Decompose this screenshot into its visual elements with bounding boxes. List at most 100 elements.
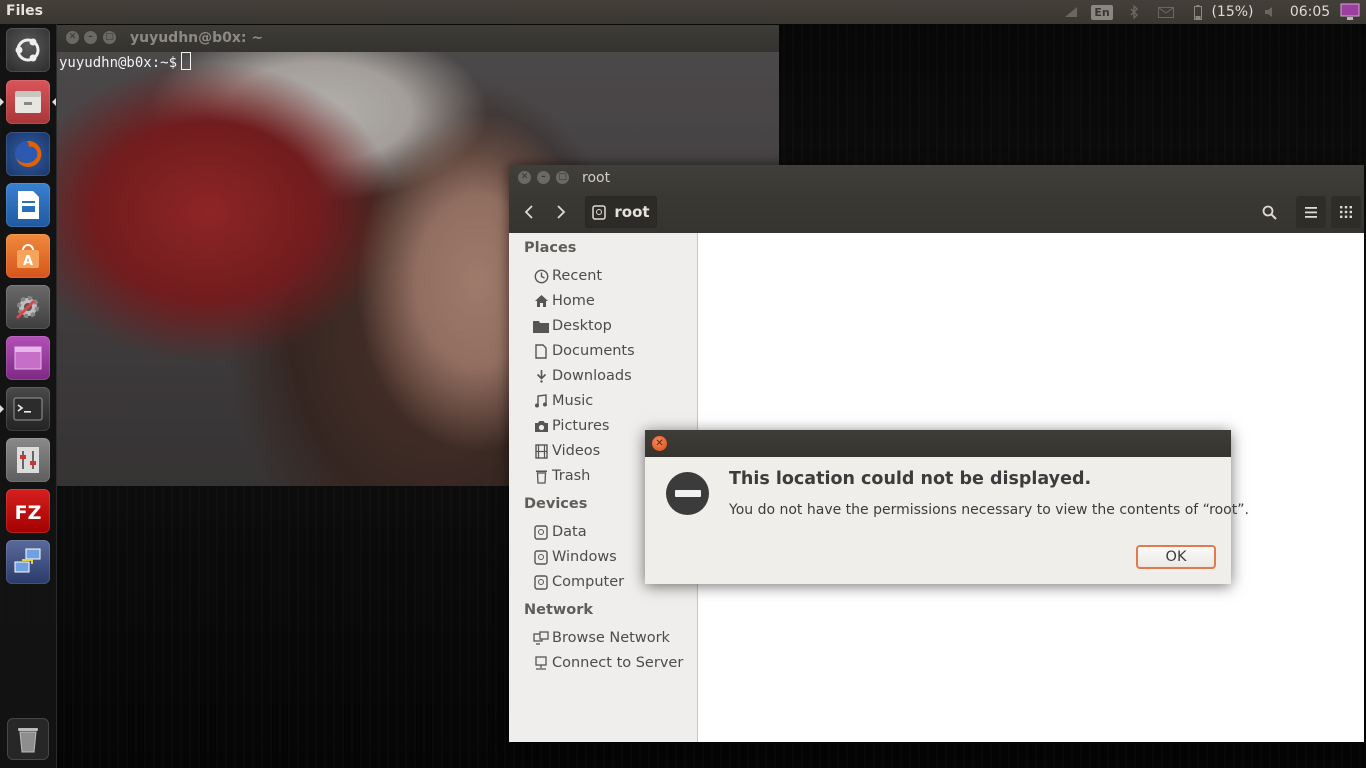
volume-icon[interactable] (1262, 0, 1280, 24)
filezilla-icon[interactable]: FZ (6, 489, 50, 533)
running-indicator (0, 405, 4, 413)
places-heading: Places (524, 240, 577, 256)
list-view-button[interactable] (1296, 196, 1326, 228)
forward-button[interactable] (545, 196, 577, 228)
files-app-icon[interactable] (6, 80, 50, 124)
terminal-cursor (181, 52, 192, 70)
sidebar-item-browse-network[interactable]: Browse Network (532, 627, 670, 649)
sidebar-item-desktop[interactable]: Desktop (532, 315, 612, 337)
grid-icon (1340, 206, 1352, 218)
sidebar-item-videos[interactable]: Videos (532, 440, 600, 462)
minimize-icon[interactable]: – (84, 31, 97, 44)
sidebar-item-computer[interactable]: Computer (532, 571, 624, 593)
network-heading: Network (524, 602, 594, 618)
film-icon (532, 442, 550, 460)
dialog-titlebar[interactable]: ✕ (645, 430, 1231, 457)
sidebar-item-label: Recent (552, 268, 603, 284)
keyboard-indicator[interactable]: En (1091, 0, 1113, 24)
home-icon (532, 292, 550, 310)
sidebar-item-label: Browse Network (552, 630, 670, 646)
battery-percentage: (15%) (1211, 4, 1254, 20)
battery-icon[interactable] (1190, 0, 1206, 24)
ok-button[interactable]: OK (1136, 545, 1216, 569)
sidebar-item-label: Connect to Server (552, 655, 684, 671)
trash-icon (532, 467, 550, 485)
files-titlebar[interactable]: ✕ – □ root (509, 165, 1364, 193)
sidebar-item-label: Data (552, 524, 587, 540)
mail-icon[interactable] (1155, 0, 1177, 24)
path-bar-label: root (614, 203, 650, 221)
sidebar-item-label: Desktop (552, 318, 612, 334)
ubuntu-dash-icon[interactable] (6, 28, 50, 72)
chevron-left-icon (524, 205, 533, 219)
libreoffice-writer-icon[interactable] (6, 183, 50, 227)
back-button[interactable] (513, 196, 545, 228)
software-center-icon[interactable]: A (6, 234, 50, 278)
sidebar-item-home[interactable]: Home (532, 290, 595, 312)
sidebar-item-pictures[interactable]: Pictures (532, 415, 609, 437)
dialog-message: You do not have the permissions necessar… (729, 502, 1249, 518)
workspace-switcher-icon[interactable] (6, 336, 50, 380)
focused-indicator (52, 98, 56, 106)
maximize-icon[interactable]: □ (556, 171, 569, 184)
sidebar-item-label: Documents (552, 343, 635, 359)
running-indicator (0, 98, 4, 106)
download-icon (532, 367, 550, 385)
sound-mixer-icon[interactable] (6, 438, 50, 482)
remote-desktop-icon[interactable] (6, 540, 50, 584)
network-icon[interactable] (1060, 0, 1082, 24)
music-icon (532, 392, 550, 410)
network-icon (532, 629, 550, 647)
folder-icon (532, 317, 550, 335)
list-icon (1305, 206, 1317, 218)
close-icon[interactable]: ✕ (652, 436, 667, 451)
sidebar-item-trash[interactable]: Trash (532, 465, 590, 487)
drive-icon (532, 573, 550, 591)
terminal-prompt: yuyudhn@b0x:~$ (59, 52, 192, 71)
sidebar-item-label: Videos (552, 443, 601, 459)
sidebar-item-windows[interactable]: Windows (532, 546, 617, 568)
sidebar-item-label: Downloads (552, 368, 632, 384)
sidebar-item-label: Music (552, 393, 594, 409)
active-app-name: Files (6, 3, 43, 19)
drive-icon (592, 204, 607, 220)
session-menu-icon[interactable] (1338, 0, 1362, 24)
sidebar-item-label: Computer (552, 574, 625, 590)
error-dialog[interactable]: ✕ This location could not be displayed. … (645, 430, 1249, 584)
terminal-icon[interactable] (6, 387, 50, 431)
camera-icon (532, 417, 550, 435)
clock-icon (532, 267, 550, 285)
path-bar-button[interactable]: root (585, 196, 657, 228)
trash-icon[interactable] (7, 718, 49, 760)
grid-view-button[interactable] (1331, 196, 1361, 228)
dialog-heading: This location could not be displayed. (729, 469, 1092, 489)
sidebar-item-connect-to-server[interactable]: Connect to Server (532, 652, 683, 674)
sidebar-item-documents[interactable]: Documents (532, 340, 635, 362)
clock[interactable]: 06:05 (1290, 0, 1330, 24)
chevron-right-icon (557, 205, 566, 219)
sidebar-item-recent[interactable]: Recent (532, 265, 602, 287)
search-button[interactable] (1254, 196, 1284, 228)
devices-heading: Devices (524, 496, 588, 512)
document-icon (532, 342, 550, 360)
sidebar-item-downloads[interactable]: Downloads (532, 365, 632, 387)
svg-text:FZ: FZ (15, 502, 42, 524)
system-settings-icon[interactable] (6, 285, 50, 329)
sidebar-item-label: Pictures (552, 418, 610, 434)
minimize-icon[interactable]: – (537, 171, 550, 184)
close-icon[interactable]: ✕ (66, 31, 79, 44)
sidebar-item-label: Home (552, 293, 595, 309)
close-icon[interactable]: ✕ (518, 171, 531, 184)
sidebar-item-data[interactable]: Data (532, 521, 587, 543)
launcher: A FZ (0, 24, 57, 768)
maximize-icon[interactable]: □ (103, 31, 116, 44)
bluetooth-icon[interactable] (1125, 0, 1143, 24)
firefox-icon[interactable] (6, 132, 50, 176)
error-icon (666, 472, 709, 515)
terminal-title: yuyudhn@b0x: ~ (130, 30, 264, 46)
files-title: root (582, 170, 611, 186)
terminal-titlebar[interactable]: ✕ – □ yuyudhn@b0x: ~ (57, 25, 779, 52)
search-icon (1262, 205, 1277, 220)
files-toolbar: root (509, 193, 1364, 234)
sidebar-item-music[interactable]: Music (532, 390, 593, 412)
